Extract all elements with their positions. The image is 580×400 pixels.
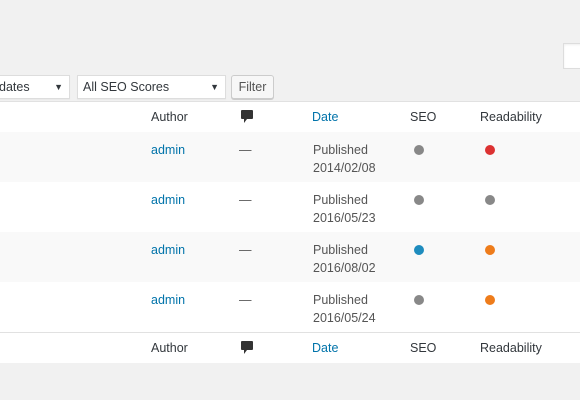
table-footer: Author Date SEO Readability — [0, 332, 580, 363]
seo-score-indicator — [414, 245, 424, 255]
readability-column-footer: Readability — [480, 341, 542, 355]
publish-date-value: 2016/05/23 — [313, 211, 376, 225]
dropdown-arrow-icon: ▼ — [210, 82, 219, 92]
author-link[interactable]: admin — [151, 191, 185, 209]
seo-score-indicator — [414, 295, 424, 305]
publish-date: Published 2016/05/24 — [313, 291, 376, 327]
comment-bubble-icon[interactable] — [241, 110, 253, 124]
author-link[interactable]: admin — [151, 291, 185, 309]
dropdown-arrow-icon: ▼ — [54, 82, 63, 92]
readability-score-indicator — [485, 195, 495, 205]
publish-status: Published — [313, 293, 368, 307]
search-input[interactable] — [563, 43, 580, 69]
table-row: admin — Published 2016/05/24 — [0, 282, 580, 332]
publish-date: Published 2014/02/08 — [313, 141, 376, 177]
table-row: admin — Published 2016/05/23 — [0, 182, 580, 232]
table-row: admin — Published 2014/02/08 — [0, 132, 580, 182]
readability-column-header: Readability — [480, 110, 542, 124]
author-column-footer: Author — [151, 341, 188, 355]
publish-status: Published — [313, 243, 368, 257]
posts-page: dates ▼ All SEO Scores ▼ Filter Author D… — [0, 0, 580, 400]
dates-filter-label: dates — [0, 80, 30, 94]
comment-count: — — [239, 243, 252, 257]
publish-date-value: 2014/02/08 — [313, 161, 376, 175]
seo-column-footer: SEO — [410, 341, 437, 355]
seo-score-filter-select[interactable]: All SEO Scores ▼ — [77, 75, 226, 99]
date-column-footer[interactable]: Date — [312, 341, 338, 355]
date-column-header[interactable]: Date — [312, 110, 338, 124]
publish-status: Published — [313, 193, 368, 207]
filter-button[interactable]: Filter — [231, 75, 274, 99]
comment-count: — — [239, 293, 252, 307]
publish-date-value: 2016/05/24 — [313, 311, 376, 325]
posts-table: Author Date SEO Readability admin — Publ… — [0, 101, 580, 363]
dates-filter-select[interactable]: dates ▼ — [0, 75, 70, 99]
publish-date-value: 2016/08/02 — [313, 261, 376, 275]
author-link[interactable]: admin — [151, 241, 185, 259]
seo-score-filter-label: All SEO Scores — [83, 80, 170, 94]
comment-count: — — [239, 193, 252, 207]
publish-date: Published 2016/05/23 — [313, 191, 376, 227]
seo-score-indicator — [414, 145, 424, 155]
readability-score-indicator — [485, 145, 495, 155]
table-row: admin — Published 2016/08/02 — [0, 232, 580, 282]
publish-date: Published 2016/08/02 — [313, 241, 376, 277]
seo-score-indicator — [414, 195, 424, 205]
table-header: Author Date SEO Readability — [0, 102, 580, 133]
publish-status: Published — [313, 143, 368, 157]
comment-bubble-icon[interactable] — [241, 341, 253, 355]
author-column-header: Author — [151, 110, 188, 124]
author-link[interactable]: admin — [151, 141, 185, 159]
seo-column-header: SEO — [410, 110, 437, 124]
readability-score-indicator — [485, 245, 495, 255]
comment-count: — — [239, 143, 252, 157]
readability-score-indicator — [485, 295, 495, 305]
